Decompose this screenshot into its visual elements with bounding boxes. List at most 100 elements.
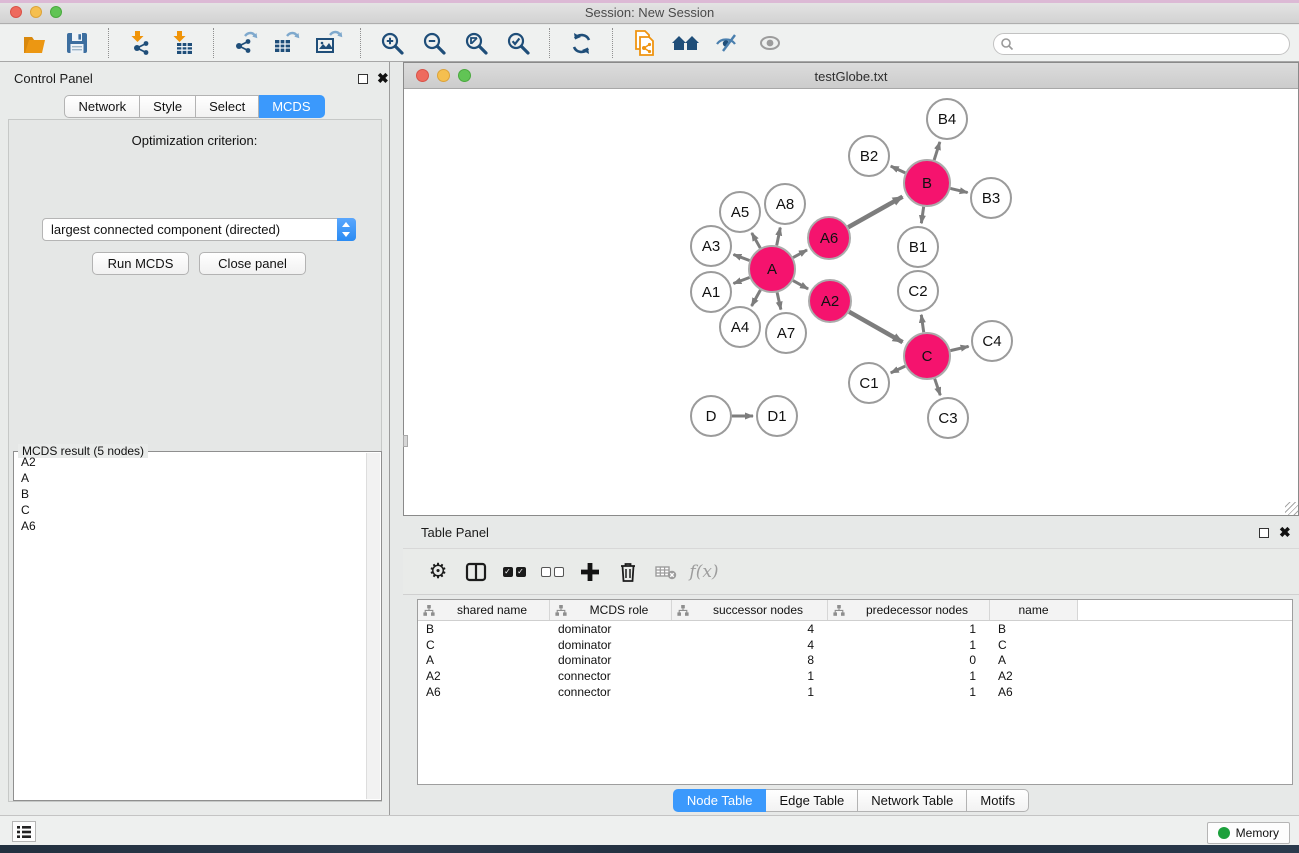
zoom-in-icon[interactable] [371,27,413,59]
edge-C-C2[interactable] [921,315,923,332]
table-panel-float-icon[interactable] [1259,528,1269,538]
control-panel-close-icon[interactable]: ✖ [377,73,389,83]
edge-A-A6[interactable] [793,250,807,258]
hide-eye-icon[interactable] [707,27,749,59]
table-tab-network-table[interactable]: Network Table [858,789,967,812]
search-field[interactable] [993,33,1290,55]
optimization-select[interactable]: largest connected component (directed) [42,218,356,241]
table-tab-edge-table[interactable]: Edge Table [766,789,858,812]
table-cell-successor-nodes[interactable]: 4 [672,638,828,652]
table-cell-mcds-role[interactable]: dominator [550,638,672,652]
edge-B-B3[interactable] [950,188,967,192]
zoom-selected-icon[interactable] [497,27,539,59]
add-column-icon[interactable] [571,554,609,590]
edge-C-C1[interactable] [891,366,905,373]
frame-resize-grip[interactable] [403,435,408,447]
table-cell-successor-nodes[interactable]: 1 [672,685,828,699]
zoom-out-icon[interactable] [413,27,455,59]
mcds-result-scrollbar[interactable] [366,453,380,799]
column-header-name[interactable]: name [990,600,1078,620]
edge-A-A2[interactable] [793,281,808,289]
gear-icon[interactable]: ⚙ [419,554,457,590]
edge-A2-C[interactable] [849,312,903,342]
tab-style[interactable]: Style [140,95,196,118]
column-header-predecessor-nodes[interactable]: predecessor nodes [828,600,990,620]
table-cell-predecessor-nodes[interactable]: 1 [828,669,990,683]
edge-C-C4[interactable] [950,346,968,350]
close-panel-button[interactable]: Close panel [199,252,306,275]
table-cell-name[interactable]: A6 [990,685,1078,699]
tab-network[interactable]: Network [64,95,140,118]
table-cell-mcds-role[interactable]: dominator [550,653,672,667]
search-input[interactable] [1014,35,1289,53]
clone-network-icon[interactable] [623,27,665,59]
export-table-icon[interactable] [266,27,308,59]
table-cell-mcds-role[interactable]: dominator [550,622,672,636]
edge-B-B2[interactable] [891,166,905,173]
table-cell-shared-name[interactable]: A6 [418,685,550,699]
edge-B-B1[interactable] [921,207,923,223]
refresh-icon[interactable] [560,27,602,59]
column-header-mcds-role[interactable]: MCDS role [550,600,672,620]
network-window-titlebar[interactable]: testGlobe.txt [404,63,1298,89]
home-icon[interactable] [665,27,707,59]
table-tab-node-table[interactable]: Node Table [673,789,767,812]
table-cell-shared-name[interactable]: B [418,622,550,636]
edge-A-A5[interactable] [752,233,761,248]
edge-A-A1[interactable] [733,277,749,283]
mcds-result-item[interactable]: C [15,502,366,518]
edge-A-A7[interactable] [777,292,781,309]
frame-resize-corner-icon[interactable] [1285,502,1298,515]
table-cell-successor-nodes[interactable]: 4 [672,622,828,636]
mcds-result-item[interactable]: A [15,470,366,486]
unselect-all-columns-icon[interactable] [533,554,571,590]
tab-select[interactable]: Select [196,95,259,118]
split-columns-icon[interactable] [457,554,495,590]
table-cell-shared-name[interactable]: A [418,653,550,667]
table-cell-predecessor-nodes[interactable]: 0 [828,653,990,667]
table-panel-close-icon[interactable]: ✖ [1279,527,1291,537]
table-cell-name[interactable]: A2 [990,669,1078,683]
import-network-icon[interactable] [119,27,161,59]
control-panel-float-icon[interactable] [358,74,368,84]
function-builder-icon[interactable]: f(x) [685,554,723,590]
table-cell-predecessor-nodes[interactable]: 1 [828,622,990,636]
table-cell-predecessor-nodes[interactable]: 1 [828,638,990,652]
edge-A-A3[interactable] [733,254,749,260]
table-cell-mcds-role[interactable]: connector [550,669,672,683]
show-eye-icon[interactable] [749,27,791,59]
edge-B-B4[interactable] [934,142,940,160]
table-cell-shared-name[interactable]: A2 [418,669,550,683]
column-header-shared-name[interactable]: shared name [418,600,550,620]
export-image-icon[interactable] [308,27,350,59]
zoom-fit-icon[interactable] [455,27,497,59]
delete-table-icon[interactable] [647,554,685,590]
mcds-result-item[interactable]: A6 [15,518,366,534]
edge-A6-B[interactable] [848,197,902,228]
mcds-result-item[interactable]: B [15,486,366,502]
task-history-button[interactable] [12,821,36,842]
save-icon[interactable] [56,27,98,59]
table-cell-name[interactable]: B [990,622,1078,636]
table-cell-name[interactable]: A [990,653,1078,667]
export-network-icon[interactable] [224,27,266,59]
column-header-successor-nodes[interactable]: successor nodes [672,600,828,620]
table-tab-motifs[interactable]: Motifs [967,789,1029,812]
mcds-result-item[interactable]: A2 [15,454,366,470]
edge-A-A4[interactable] [752,290,761,306]
edge-C-C3[interactable] [935,379,941,396]
delete-column-icon[interactable] [609,554,647,590]
table-cell-predecessor-nodes[interactable]: 1 [828,685,990,699]
table-cell-successor-nodes[interactable]: 8 [672,653,828,667]
import-table-icon[interactable] [161,27,203,59]
select-all-columns-icon[interactable]: ✓✓ [495,554,533,590]
open-folder-icon[interactable] [14,27,56,59]
table-cell-mcds-role[interactable]: connector [550,685,672,699]
network-canvas[interactable]: B4B2BB3A5A8A6B1A3AC2A1A2A4A7C4CC1C3DD1 [404,89,1298,515]
table-cell-shared-name[interactable]: C [418,638,550,652]
run-mcds-button[interactable]: Run MCDS [92,252,189,275]
tab-mcds[interactable]: MCDS [259,95,324,118]
table-cell-successor-nodes[interactable]: 1 [672,669,828,683]
memory-button[interactable]: Memory [1207,822,1290,844]
table-cell-name[interactable]: C [990,638,1078,652]
